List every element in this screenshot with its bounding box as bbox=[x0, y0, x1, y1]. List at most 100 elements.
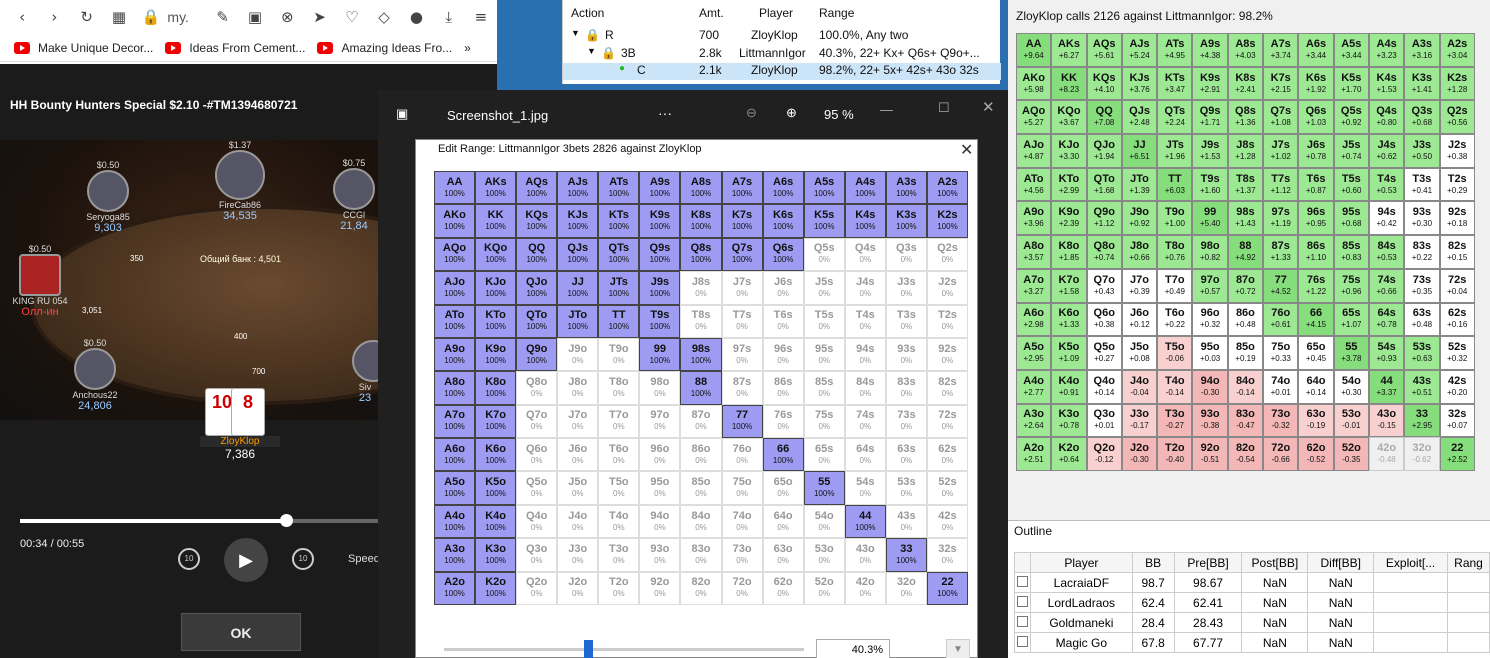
range-cell[interactable]: AJs 100% bbox=[557, 171, 599, 205]
range-cell[interactable]: 72s 0% bbox=[926, 404, 968, 439]
range-cell[interactable]: 53s 0% bbox=[885, 471, 927, 505]
col-header[interactable]: Player bbox=[1029, 552, 1133, 573]
range-cell[interactable]: 98s 100% bbox=[680, 337, 722, 372]
range-cell[interactable]: KJo 100% bbox=[475, 271, 517, 305]
slider-handle[interactable] bbox=[584, 640, 593, 658]
ev-cell[interactable]: 44 +3.37 bbox=[1368, 369, 1405, 404]
col-header[interactable]: BB bbox=[1131, 552, 1175, 573]
range-cell[interactable]: AJo 100% bbox=[434, 271, 476, 305]
ev-cell[interactable]: 55 +3.78 bbox=[1333, 336, 1369, 370]
ev-cell[interactable]: 96o +0.32 bbox=[1192, 302, 1228, 337]
ev-cell[interactable]: Q3o +0.01 bbox=[1086, 403, 1122, 438]
ev-cell[interactable]: A9o +3.96 bbox=[1016, 201, 1052, 236]
range-cell[interactable]: 82o 0% bbox=[680, 571, 722, 605]
menu-icon[interactable]: ≡ bbox=[465, 2, 497, 32]
ev-cell[interactable]: 98o +0.82 bbox=[1192, 235, 1228, 269]
ev-cell[interactable]: 43o -0.15 bbox=[1368, 403, 1405, 438]
range-cell[interactable]: Q9o 100% bbox=[516, 337, 558, 372]
range-cell[interactable]: 63s 0% bbox=[885, 438, 927, 472]
range-cell[interactable]: A5o 100% bbox=[434, 471, 476, 505]
range-cell[interactable]: Q6s 100% bbox=[762, 237, 804, 272]
range-cell[interactable]: KJs 100% bbox=[557, 204, 599, 238]
ev-cell[interactable]: AKo +5.98 bbox=[1016, 66, 1052, 101]
ev-cell[interactable]: J9s +1.53 bbox=[1192, 134, 1228, 168]
range-cell[interactable]: AQs 100% bbox=[516, 171, 558, 205]
ev-cell[interactable]: 33 +2.95 bbox=[1404, 403, 1440, 438]
range-cell[interactable]: K7s 100% bbox=[721, 204, 763, 238]
ev-cell[interactable]: T5s +0.60 bbox=[1333, 167, 1369, 202]
range-cell[interactable]: 22 100% bbox=[926, 571, 968, 605]
range-cell[interactable]: AKo 100% bbox=[434, 204, 476, 238]
back-icon[interactable]: ‹ bbox=[6, 2, 38, 32]
range-cell[interactable]: 43o 0% bbox=[844, 538, 886, 572]
ev-cell[interactable]: Q7o +0.43 bbox=[1086, 268, 1122, 303]
action-row[interactable]: ▼ 🔒 R 700 ZloyKlop 100.0%, Any two bbox=[563, 28, 1001, 46]
ev-cell[interactable]: 32o -0.62 bbox=[1404, 437, 1440, 471]
ev-cell[interactable]: 75s +0.96 bbox=[1333, 268, 1369, 303]
range-cell[interactable]: 72o 0% bbox=[721, 571, 763, 605]
ev-cell[interactable]: Q9s +1.71 bbox=[1192, 100, 1228, 135]
range-cell[interactable]: J9s 100% bbox=[639, 271, 681, 305]
ev-cell[interactable]: KJs +3.76 bbox=[1121, 66, 1158, 101]
range-cell[interactable]: QTo 100% bbox=[516, 304, 558, 338]
ev-cell[interactable]: K2s +1.28 bbox=[1439, 66, 1475, 101]
ev-cell[interactable]: K8o +1.85 bbox=[1051, 235, 1087, 269]
ev-cell[interactable]: T9s +1.60 bbox=[1192, 167, 1228, 202]
ev-cell[interactable]: 76s +1.22 bbox=[1298, 268, 1334, 303]
ev-cell[interactable]: KTo +2.99 bbox=[1051, 167, 1087, 202]
bookmark-item[interactable]: Ideas From Cement... bbox=[165, 41, 305, 55]
ev-cell[interactable]: 22 +2.52 bbox=[1439, 437, 1475, 471]
ev-cell[interactable]: K5s +1.70 bbox=[1333, 66, 1369, 101]
ev-cell[interactable]: QTs +2.24 bbox=[1157, 100, 1193, 135]
ev-cell[interactable]: 85s +0.83 bbox=[1333, 235, 1369, 269]
ev-cell[interactable]: 76o +0.61 bbox=[1263, 302, 1299, 337]
table-row[interactable]: LacraiaDF 98.7 98.67 NaN NaN bbox=[1014, 572, 1490, 593]
ev-cell[interactable]: Q5s +0.92 bbox=[1333, 100, 1369, 135]
range-cell[interactable]: A6o 100% bbox=[434, 438, 476, 472]
range-cell[interactable]: 52s 0% bbox=[926, 471, 968, 505]
range-cell[interactable]: 54o 0% bbox=[803, 504, 845, 539]
range-cell[interactable]: K6o 100% bbox=[475, 438, 517, 472]
range-cell[interactable]: 85s 0% bbox=[803, 371, 845, 405]
range-cell[interactable]: KTo 100% bbox=[475, 304, 517, 338]
ev-cell[interactable]: AJs +5.24 bbox=[1121, 33, 1158, 67]
ev-cell[interactable]: 83o -0.47 bbox=[1227, 403, 1264, 438]
range-cell[interactable]: 82s 0% bbox=[926, 371, 968, 405]
range-cell[interactable]: J3o 0% bbox=[557, 538, 599, 572]
col-header[interactable]: Player bbox=[759, 6, 793, 20]
range-cell[interactable]: 86s 0% bbox=[762, 371, 804, 405]
ev-cell[interactable]: 64o +0.14 bbox=[1298, 369, 1334, 404]
range-cell[interactable]: 97o 0% bbox=[639, 404, 681, 439]
ev-cell[interactable]: 94o -0.30 bbox=[1192, 369, 1228, 404]
tab-outline[interactable]: Outline bbox=[1014, 524, 1052, 538]
checkbox[interactable] bbox=[1016, 575, 1028, 587]
ev-cell[interactable]: A4s +3.23 bbox=[1368, 33, 1405, 67]
range-cell[interactable]: T3s 0% bbox=[885, 304, 927, 338]
ev-cell[interactable]: 65s +1.07 bbox=[1333, 302, 1369, 337]
avatar-icon[interactable]: ● bbox=[400, 2, 432, 32]
range-cell[interactable]: JTs 100% bbox=[598, 271, 640, 305]
ev-cell[interactable]: 84o -0.14 bbox=[1227, 369, 1264, 404]
ev-cell[interactable]: JTs +1.96 bbox=[1157, 134, 1193, 168]
range-cell[interactable]: 93o 0% bbox=[639, 538, 681, 572]
ev-cell[interactable]: K7s +2.15 bbox=[1263, 66, 1299, 101]
range-cell[interactable]: 99 100% bbox=[639, 337, 681, 372]
range-cell[interactable]: A4s 100% bbox=[844, 171, 886, 205]
ev-cell[interactable]: A3s +3.16 bbox=[1404, 33, 1440, 67]
col-header[interactable]: Diff[BB] bbox=[1307, 552, 1375, 573]
range-cell[interactable]: A4o 100% bbox=[434, 504, 476, 539]
camera-icon[interactable]: ▣ bbox=[239, 2, 271, 32]
ev-cell[interactable]: A3o +2.64 bbox=[1016, 403, 1052, 438]
range-cell[interactable]: 74o 0% bbox=[721, 504, 763, 539]
ev-cell[interactable]: 97o +0.57 bbox=[1192, 268, 1228, 303]
range-cell[interactable]: 77 100% bbox=[721, 404, 763, 439]
ev-cell[interactable]: Q4o +0.14 bbox=[1086, 369, 1122, 404]
range-cell[interactable]: K3s 100% bbox=[885, 204, 927, 238]
ev-cell[interactable]: K6s +1.92 bbox=[1298, 66, 1334, 101]
range-cell[interactable]: T5o 0% bbox=[598, 471, 640, 505]
table-row[interactable]: Goldmaneki 28.4 28.43 NaN NaN bbox=[1014, 612, 1490, 633]
range-cell[interactable]: KQo 100% bbox=[475, 237, 517, 272]
range-cell[interactable]: J6s 0% bbox=[762, 271, 804, 305]
ev-cell[interactable]: 82s +0.15 bbox=[1439, 235, 1475, 269]
range-cell[interactable]: A3s 100% bbox=[885, 171, 927, 205]
